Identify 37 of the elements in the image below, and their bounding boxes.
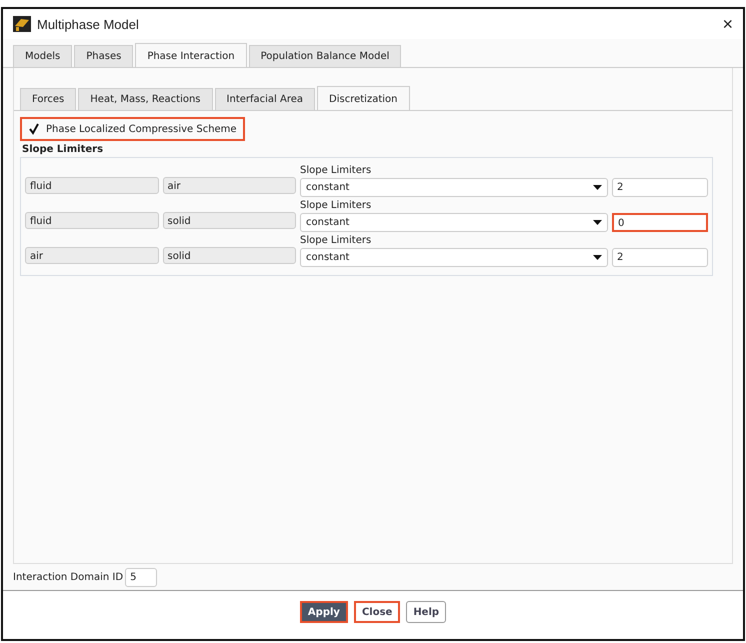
section-title: Slope Limiters <box>22 144 104 155</box>
tab[interactable]: Phase Interaction <box>135 43 247 67</box>
dialog-button[interactable]: Close <box>354 601 400 623</box>
method-dropdown[interactable]: constant <box>300 178 608 197</box>
field-label: Slope Limiters <box>300 234 372 248</box>
window-title: Multiphase Model <box>37 16 140 32</box>
value-field[interactable]: 0 <box>612 213 708 232</box>
field-label: Slope Limiters <box>300 199 372 213</box>
checkbox[interactable]: Phase Localized Compressive Scheme <box>20 117 245 141</box>
value-field[interactable]: 2 <box>612 178 708 197</box>
tab[interactable]: Population Balance Model <box>248 45 402 67</box>
phase-field: air <box>25 247 158 264</box>
field-label: Interaction Domain ID <box>13 572 124 582</box>
tab[interactable]: Phases <box>74 45 134 67</box>
field-label: Slope Limiters <box>300 164 372 178</box>
phase-field: solid <box>162 212 296 229</box>
tab[interactable]: Discretization <box>317 86 410 110</box>
tab[interactable]: Models <box>13 45 72 67</box>
dropdown-arrow-icon <box>593 185 602 190</box>
phase-field: fluid <box>25 177 158 194</box>
phase-field: fluid <box>25 212 158 229</box>
dropdown-arrow-icon <box>593 255 602 260</box>
phase-field: air <box>162 177 296 194</box>
dialog-button[interactable]: Apply <box>300 601 348 623</box>
tab[interactable]: Heat, Mass, Reactions <box>78 88 213 110</box>
check-icon <box>28 123 40 135</box>
close-button[interactable]: × <box>722 14 733 34</box>
tab[interactable]: Forces <box>20 88 76 110</box>
domain-id-field[interactable]: 5 <box>125 568 158 586</box>
tab[interactable]: Interfacial Area <box>214 88 316 110</box>
method-dropdown[interactable]: constant <box>300 213 608 232</box>
phase-field: solid <box>162 247 296 264</box>
value-field[interactable]: 2 <box>612 248 708 267</box>
dropdown-arrow-icon <box>593 220 602 225</box>
app-logo-icon <box>13 16 31 32</box>
dialog-button[interactable]: Help <box>406 601 446 623</box>
method-dropdown[interactable]: constant <box>300 248 608 267</box>
